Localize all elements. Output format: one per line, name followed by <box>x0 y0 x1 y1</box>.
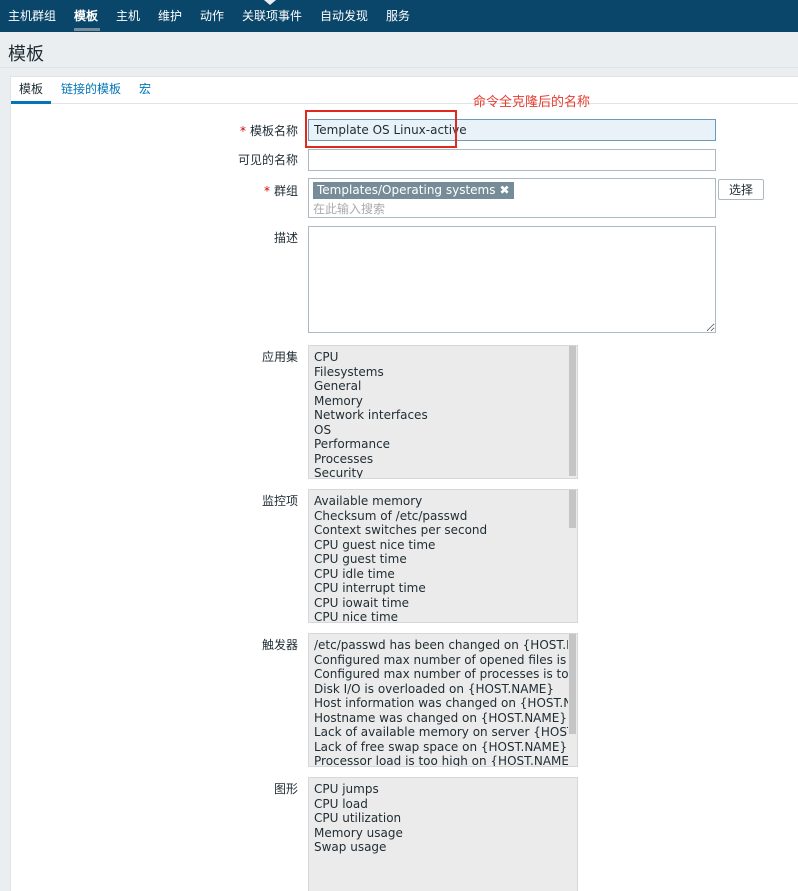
applications-label: 应用集 <box>261 350 298 364</box>
nav-item-hosts[interactable]: 主机 <box>116 0 140 32</box>
page-title: 模板 <box>8 44 44 65</box>
list-item[interactable]: CPU jumps <box>314 782 570 797</box>
triggers-listbox[interactable]: /etc/passwd has been changed on {HOST.NA… <box>308 633 578 767</box>
list-item[interactable]: Network interfaces <box>314 408 570 423</box>
template-name-input[interactable] <box>308 119 716 141</box>
list-item[interactable]: CPU nice time <box>314 610 570 622</box>
nav-item-actions[interactable]: 动作 <box>200 0 224 32</box>
list-item[interactable]: General <box>314 379 570 394</box>
groups-multiselect[interactable]: Templates/Operating systems ✖ <box>308 178 716 218</box>
scrollbar[interactable] <box>568 634 577 766</box>
list-item[interactable]: Disk I/O is overloaded on {HOST.NAME} <box>314 682 570 697</box>
list-item[interactable]: CPU guest time <box>314 552 570 567</box>
scrollbar-thumb[interactable] <box>569 634 576 734</box>
scrollbar-thumb[interactable] <box>569 490 576 528</box>
list-item[interactable]: Hostname was changed on {HOST.NAME} <box>314 711 570 726</box>
tab-bar: 模板 链接的模板 宏 <box>11 77 798 104</box>
list-item[interactable]: Configured max number of opened files is… <box>314 653 570 668</box>
graphs-label: 图形 <box>273 782 298 796</box>
groups-label-text: 群组 <box>273 184 298 198</box>
top-navigation: 主机群组 模板 主机 维护 动作 关联项事件 自动发现 服务 <box>0 0 798 32</box>
required-mark: * <box>239 124 246 138</box>
list-item[interactable]: CPU interrupt time <box>314 581 570 596</box>
list-item[interactable]: Security <box>314 466 570 478</box>
list-item[interactable]: Processes <box>314 452 570 467</box>
list-item[interactable]: Processor load is too high on {HOST.NAME… <box>314 754 570 766</box>
select-groups-button[interactable]: 选择 <box>718 179 764 200</box>
remove-chip-icon[interactable]: ✖ <box>499 182 509 199</box>
description-textarea[interactable] <box>308 226 716 333</box>
list-item[interactable]: Checksum of /etc/passwd <box>314 509 570 524</box>
graphs-listbox[interactable]: CPU jumps CPU load CPU utilization Memor… <box>308 777 578 891</box>
list-item[interactable]: CPU utilization <box>314 811 570 826</box>
scrollbar[interactable] <box>568 346 577 478</box>
groups-search-input[interactable] <box>313 201 703 217</box>
list-item[interactable]: Host information was changed on {HOST.NA… <box>314 696 570 711</box>
list-item[interactable]: Lack of free swap space on {HOST.NAME} <box>314 740 570 755</box>
list-item[interactable]: Filesystems <box>314 365 570 380</box>
triggers-label: 触发器 <box>261 638 298 652</box>
group-chip-label: Templates/Operating systems <box>317 183 496 197</box>
scrollbar-thumb[interactable] <box>569 346 576 476</box>
nav-item-event-correlation[interactable]: 关联项事件 <box>242 0 302 32</box>
group-chip: Templates/Operating systems ✖ <box>313 182 514 199</box>
list-item[interactable]: CPU load <box>314 797 570 812</box>
page-header: 模板 <box>0 32 798 68</box>
nav-item-maintenance[interactable]: 维护 <box>158 0 182 32</box>
visible-name-label: 可见的名称 <box>237 153 298 167</box>
tab-macros[interactable]: 宏 <box>131 77 159 104</box>
list-item[interactable]: CPU iowait time <box>314 596 570 611</box>
list-item[interactable]: Swap usage <box>314 840 570 855</box>
list-item[interactable]: Lack of available memory on server {HOST… <box>314 725 570 740</box>
list-item[interactable]: CPU guest nice time <box>314 538 570 553</box>
list-item[interactable]: Performance <box>314 437 570 452</box>
list-item[interactable]: Context switches per second <box>314 523 570 538</box>
scrollbar[interactable] <box>568 490 577 622</box>
list-item[interactable]: Memory usage <box>314 826 570 841</box>
list-item[interactable]: Available memory <box>314 494 570 509</box>
list-item[interactable]: CPU <box>314 350 570 365</box>
visible-name-input[interactable] <box>308 149 716 171</box>
applications-listbox[interactable]: CPU Filesystems General Memory Network i… <box>308 345 578 479</box>
form-container: 模板 链接的模板 宏 命令全克隆后的名称 *模板名称 可见的名称 *群组 Tem… <box>10 76 798 891</box>
list-item[interactable]: OS <box>314 423 570 438</box>
nav-item-services[interactable]: 服务 <box>386 0 410 32</box>
nav-item-host-groups[interactable]: 主机群组 <box>8 0 56 32</box>
tab-template[interactable]: 模板 <box>11 77 52 104</box>
list-item[interactable]: Memory <box>314 394 570 409</box>
required-mark: * <box>263 184 270 198</box>
items-listbox[interactable]: Available memory Checksum of /etc/passwd… <box>308 489 578 623</box>
annotation-text: 命令全克隆后的名称 <box>473 95 591 110</box>
nav-item-discovery[interactable]: 自动发现 <box>320 0 368 32</box>
items-label: 监控项 <box>261 494 298 508</box>
groups-label: * 群组 <box>264 182 298 199</box>
nav-active-indicator <box>74 28 100 31</box>
tab-linked-templates[interactable]: 链接的模板 <box>53 77 129 104</box>
list-item[interactable]: CPU idle time <box>314 567 570 582</box>
list-item[interactable]: /etc/passwd has been changed on {HOST.NA… <box>314 638 570 653</box>
description-label: 描述 <box>273 231 298 245</box>
template-name-label-text: 模板名称 <box>249 124 298 138</box>
list-item[interactable]: Configured max number of processes is to… <box>314 667 570 682</box>
template-name-label: * 模板名称 <box>240 122 298 139</box>
